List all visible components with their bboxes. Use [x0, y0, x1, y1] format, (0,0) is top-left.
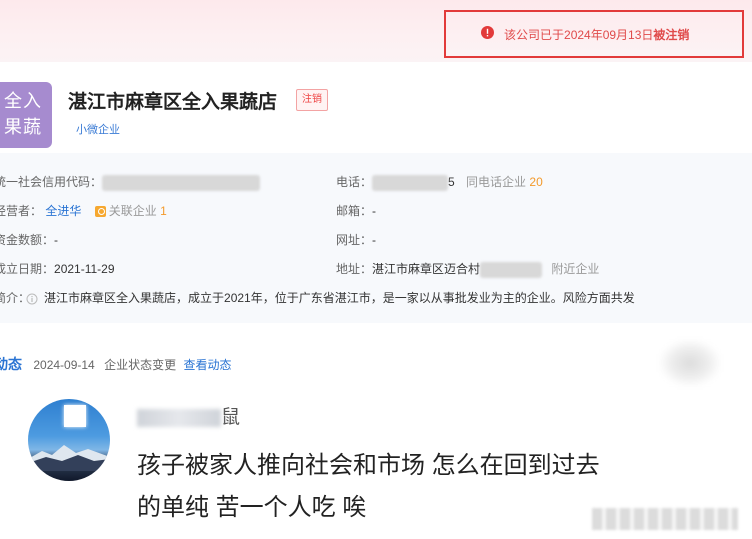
operator-link[interactable]: 全进华: [45, 204, 81, 218]
same-phone-link[interactable]: 同电话企业 20: [466, 175, 543, 189]
status-badge: 注销: [296, 89, 328, 111]
avatar[interactable]: [28, 399, 110, 481]
company-logo: 全入 果蔬: [0, 82, 52, 148]
website-row: 网址：-: [336, 233, 377, 247]
avatar-redaction: [64, 405, 86, 427]
notice-text: 该公司已于2024年09月13日被注销: [504, 27, 690, 42]
deregistration-notice: 该公司已于2024年09月13日被注销: [444, 10, 744, 58]
nearby-companies-link[interactable]: 附近企业: [551, 262, 599, 276]
scale-tag: 小微企业: [76, 124, 120, 136]
credit-code-row: 统一社会信用代码：: [0, 173, 261, 191]
redacted-phone: [372, 174, 449, 191]
address-row: 地址：湛江市麻章区迈合村 附近企业: [336, 261, 600, 278]
alert-icon: [481, 26, 494, 39]
redacted-credit-code: [102, 174, 261, 191]
capital-row: 资金数额：-: [0, 233, 59, 247]
intro-row: 简介： 湛江市麻章区全入果蔬店，成立于2021年，位于广东省湛江市，是一家以从事批…: [0, 291, 635, 305]
view-dynamic-link[interactable]: 查看动态: [183, 358, 231, 372]
watermark: [592, 508, 738, 530]
username[interactable]: 鼠: [137, 402, 240, 429]
operator-row: 经营者： 全进华 关联企业 1: [0, 204, 167, 218]
dynamic-row: 动态 2024-09-14 企业状态变更 查看动态: [0, 354, 231, 374]
redacted-username: [137, 408, 221, 427]
email-row: 邮箱：-: [336, 204, 377, 218]
redacted-address: [480, 261, 543, 278]
founded-row: 成立日期：2021-11-29: [0, 262, 115, 276]
phone-row: 电话： 5 同电话企业 20: [336, 174, 543, 191]
blurred-overlay: [660, 340, 720, 386]
dynamic-label: 动态: [0, 356, 22, 372]
info-icon[interactable]: [26, 293, 38, 305]
related-company-icon: [94, 206, 106, 218]
company-name[interactable]: 湛江市麻章区全入果蔬店: [68, 87, 277, 114]
mountain-icon: [28, 445, 110, 471]
related-company-link[interactable]: 关联企业 1: [109, 204, 167, 218]
